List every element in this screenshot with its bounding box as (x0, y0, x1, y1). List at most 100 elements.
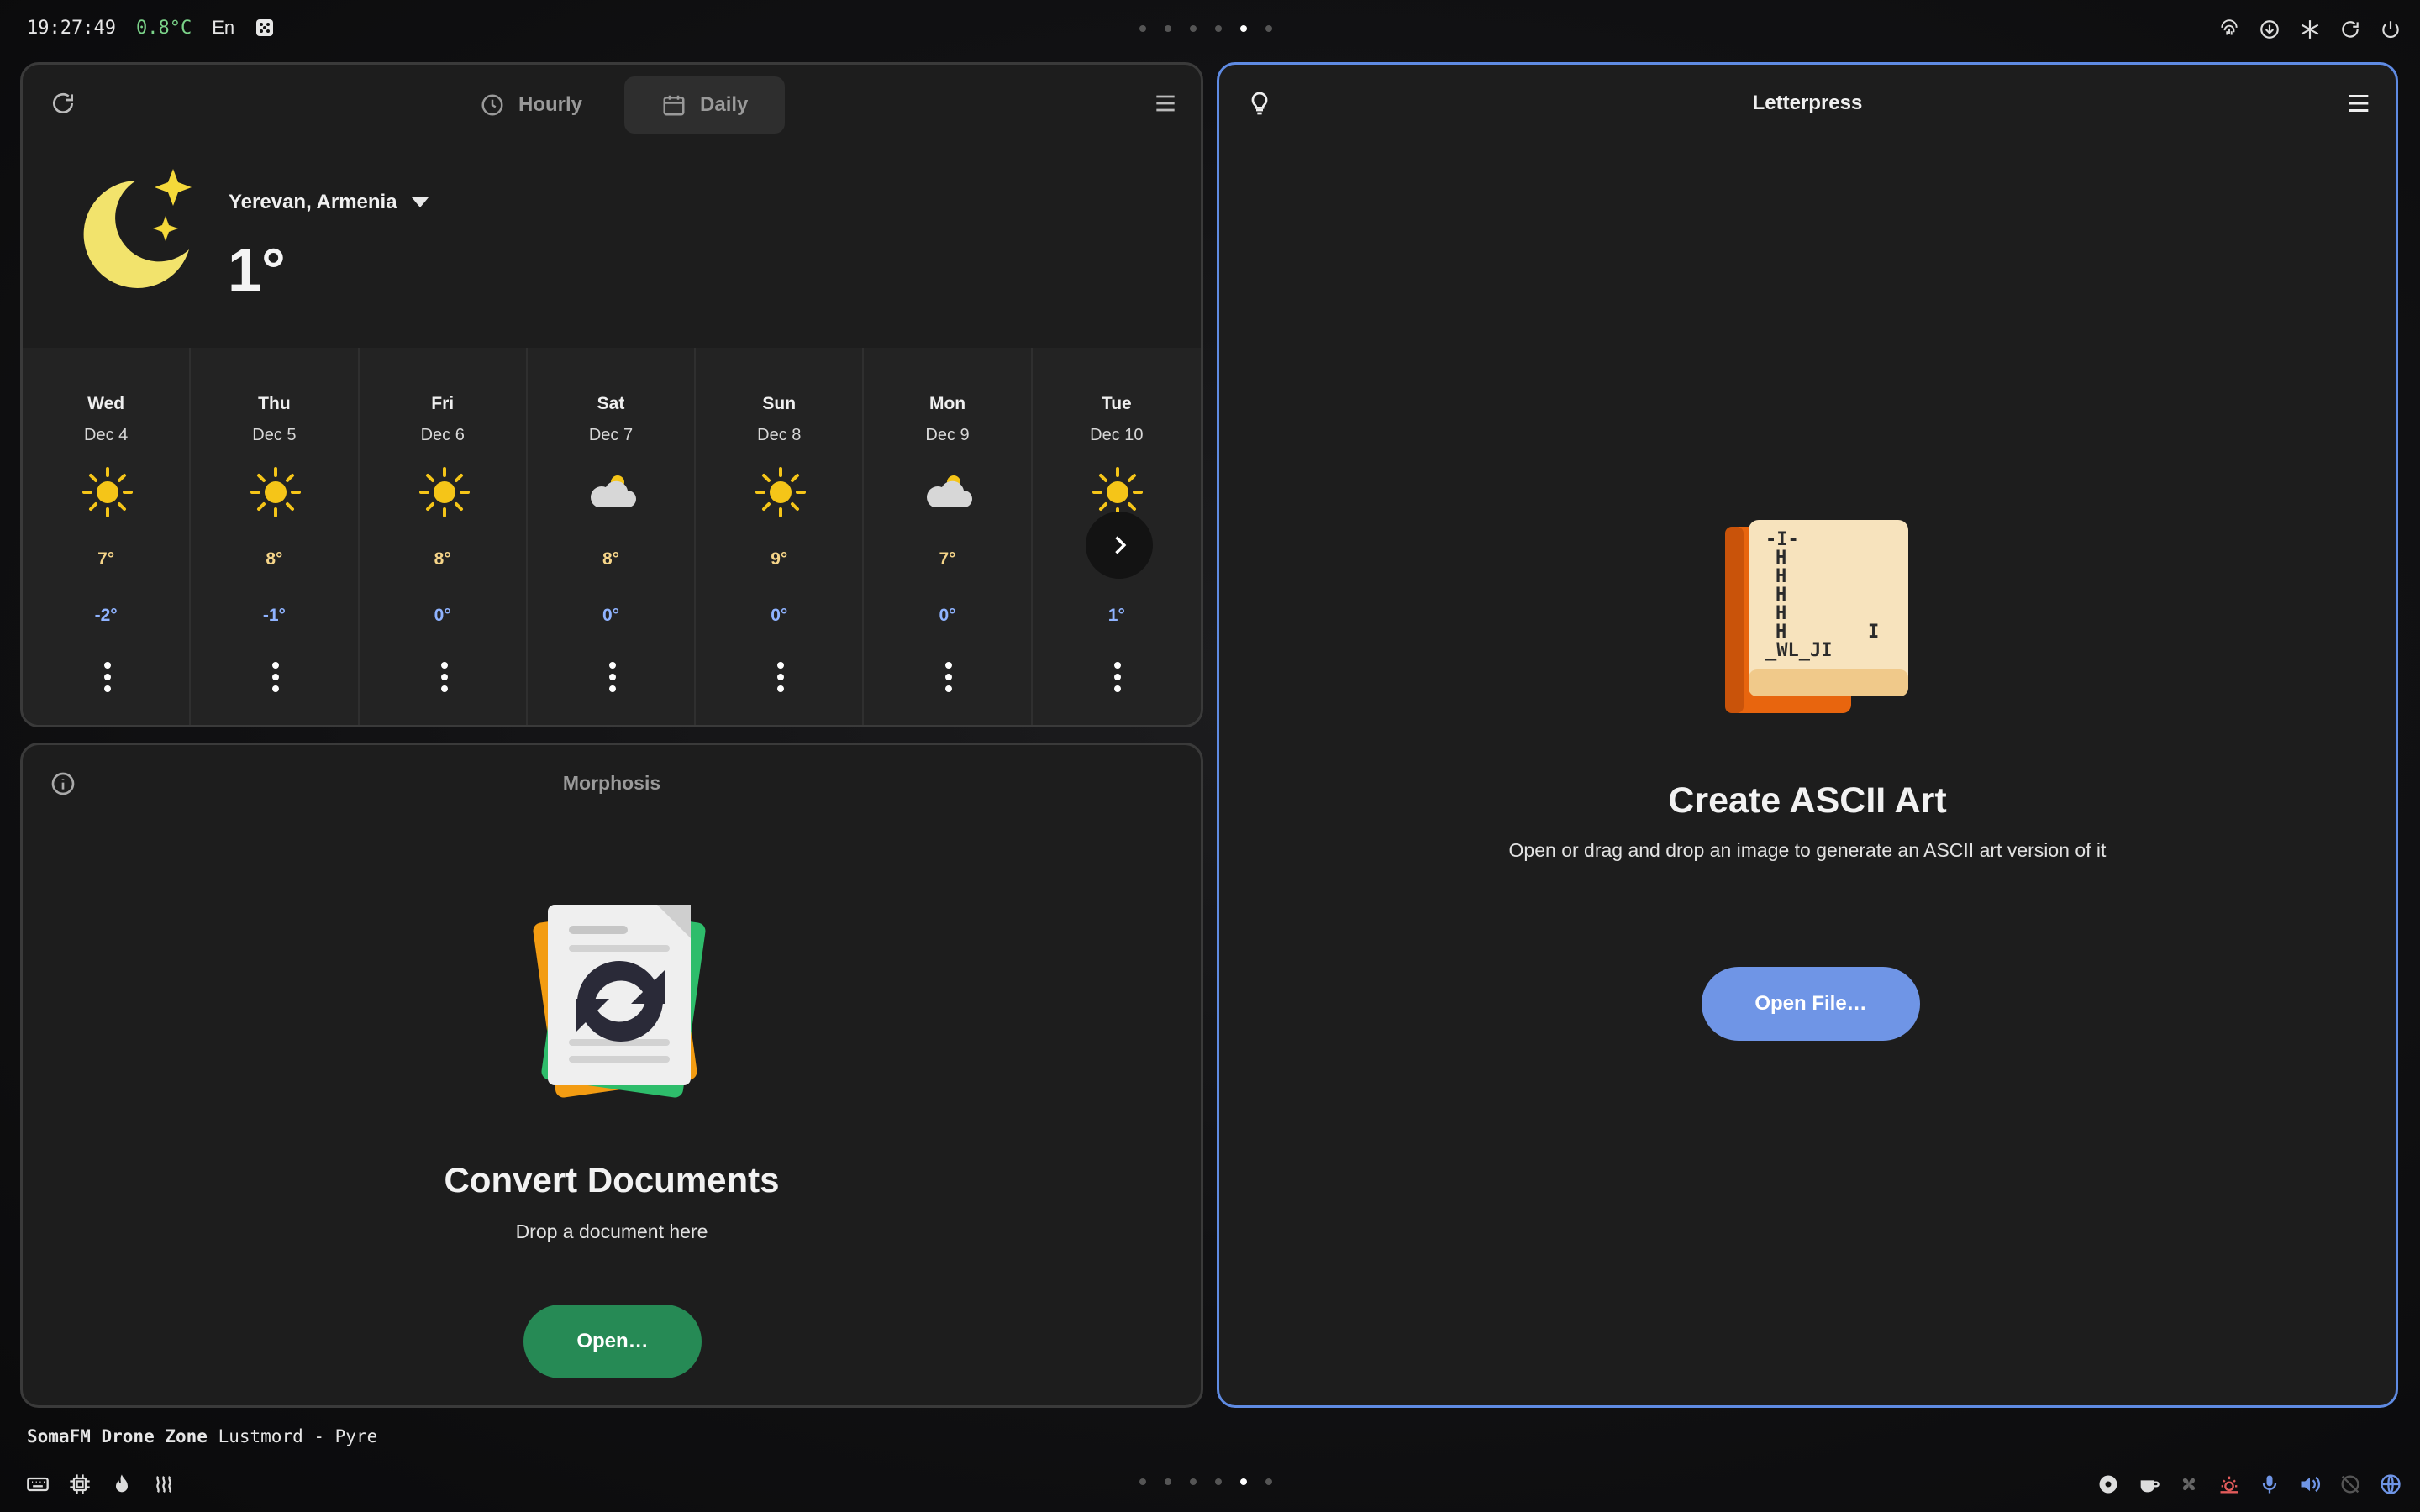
volume-icon[interactable] (2297, 1472, 2323, 1497)
more-details-button[interactable] (97, 660, 118, 694)
workspace-dot[interactable] (1265, 1478, 1272, 1485)
svg-text:I: I (1868, 622, 1879, 643)
weather-window: Hourly Daily Yerevan, Armenia 1° Wed Dec … (20, 62, 1203, 727)
more-details-button[interactable] (770, 660, 792, 694)
day-date: Dec 7 (588, 426, 634, 444)
day-date: Dec 5 (252, 426, 297, 444)
day-name: Sun (762, 394, 797, 413)
keyboard-icon[interactable] (25, 1472, 50, 1497)
cpu-icon[interactable] (67, 1472, 92, 1497)
workspace-dot[interactable] (1190, 25, 1197, 32)
vpn-off-icon[interactable] (2338, 1472, 2363, 1497)
bottom-bar (0, 1462, 2420, 1512)
gamepad-icon[interactable] (2096, 1472, 2121, 1497)
open-file-button[interactable]: Open File… (1702, 967, 1920, 1041)
day-high-temp: 7° (939, 549, 956, 569)
day-column: Thu Dec 5 8° -1° (191, 348, 360, 725)
day-column: Sat Dec 7 8° 0° (528, 348, 697, 725)
day-low-temp: -2° (94, 606, 118, 625)
location-selector[interactable]: Yerevan, Armenia (229, 191, 429, 214)
current-temperature: 1° (228, 237, 286, 304)
day-name: Mon (929, 394, 966, 413)
hamburger-icon (1156, 95, 1175, 112)
workspace-dot[interactable] (1139, 25, 1146, 32)
main-menu-button[interactable] (2337, 81, 2381, 125)
subtitle: Drop a document here (515, 1221, 708, 1242)
workspace-dot[interactable] (1215, 25, 1222, 32)
day-high-temp: 8° (266, 549, 283, 569)
snowflake-icon[interactable] (2297, 17, 2323, 42)
subtitle: Open or drag and drop an image to genera… (1508, 839, 2107, 861)
calendar-icon (663, 95, 685, 116)
day-column: Mon Dec 9 7° 0° (864, 348, 1033, 725)
tab-daily-label: Daily (700, 93, 749, 116)
more-details-button[interactable] (602, 660, 623, 694)
day-column: Fri Dec 6 8° 0° (360, 348, 528, 725)
day-low-temp: -1° (262, 606, 286, 625)
day-low-temp: 0° (602, 606, 620, 625)
day-name: Wed (87, 394, 125, 413)
chevron-down-icon (411, 197, 429, 207)
now-playing[interactable]: SomaFM Drone Zone Lustmord - Pyre (27, 1426, 377, 1446)
day-date: Dec 9 (925, 426, 970, 444)
tab-daily[interactable]: Daily (624, 76, 786, 134)
day-date: Dec 8 (757, 426, 802, 444)
moon-stars-icon (83, 169, 192, 288)
day-high-temp: 8° (602, 549, 620, 569)
tab-hourly[interactable]: Hourly (443, 76, 619, 134)
window-title: Morphosis (562, 772, 661, 794)
day-name: Tue (1101, 394, 1132, 413)
heat-icon[interactable] (151, 1472, 176, 1497)
day-low-temp: 1° (1107, 606, 1125, 625)
workspace-dot-active[interactable] (1240, 1478, 1247, 1485)
dice-icon[interactable] (255, 18, 275, 38)
microphone-icon[interactable] (2257, 1472, 2282, 1497)
workspace-dot-active[interactable] (1240, 25, 1247, 32)
sunset-icon[interactable] (2217, 1472, 2242, 1497)
heading: Convert Documents (444, 1160, 780, 1200)
refresh-icon[interactable] (2338, 17, 2363, 42)
open-button[interactable]: Open… (523, 1305, 702, 1378)
refresh-weather-button[interactable] (41, 81, 85, 125)
day-name: Fri (431, 394, 455, 413)
day-date: Dec 6 (420, 426, 465, 444)
refresh-icon (53, 92, 73, 113)
flame-icon[interactable] (109, 1472, 134, 1497)
hamburger-icon (2349, 94, 2369, 113)
clock-icon (481, 94, 503, 116)
workspace-dot[interactable] (1265, 25, 1272, 32)
document-convert-icon (533, 905, 706, 1098)
day-date: Dec 4 (84, 426, 129, 444)
workspace-dot[interactable] (1215, 1478, 1222, 1485)
cup-icon[interactable] (2136, 1472, 2161, 1497)
sun-icon (247, 464, 304, 521)
workspace-dot[interactable] (1165, 1478, 1171, 1485)
main-menu-button[interactable] (1144, 81, 1187, 125)
workspace-dot[interactable] (1190, 1478, 1197, 1485)
tab-hourly-label: Hourly (518, 93, 583, 116)
day-date: Dec 10 (1090, 426, 1144, 444)
clock[interactable]: 19:27:49 (27, 18, 116, 39)
window-title: Letterpress (1752, 92, 1863, 114)
more-details-button[interactable] (265, 660, 287, 694)
workspace-dot[interactable] (1139, 1478, 1146, 1485)
next-page-button[interactable] (1086, 512, 1153, 579)
more-details-button[interactable] (434, 660, 455, 694)
svg-text:_WL_JI: _WL_JI (1765, 640, 1832, 661)
download-icon[interactable] (2257, 17, 2282, 42)
view-switcher: Hourly Daily (443, 76, 786, 134)
fingerprint-icon[interactable] (2217, 17, 2242, 42)
sun-icon (752, 464, 809, 521)
fan-icon[interactable] (2176, 1472, 2202, 1497)
day-low-temp: 0° (434, 606, 451, 625)
station-name: SomaFM Drone Zone (27, 1426, 208, 1446)
workspace-indicator (1139, 25, 1272, 32)
power-icon[interactable] (2378, 17, 2403, 42)
ascii-book-icon: -I- H H H H H I _WL_JI (1725, 520, 1908, 713)
globe-icon[interactable] (2378, 1472, 2403, 1497)
keyboard-layout[interactable]: En (212, 17, 234, 39)
day-high-temp: 9° (771, 549, 788, 569)
more-details-button[interactable] (1107, 660, 1128, 694)
more-details-button[interactable] (938, 660, 960, 694)
workspace-dot[interactable] (1165, 25, 1171, 32)
